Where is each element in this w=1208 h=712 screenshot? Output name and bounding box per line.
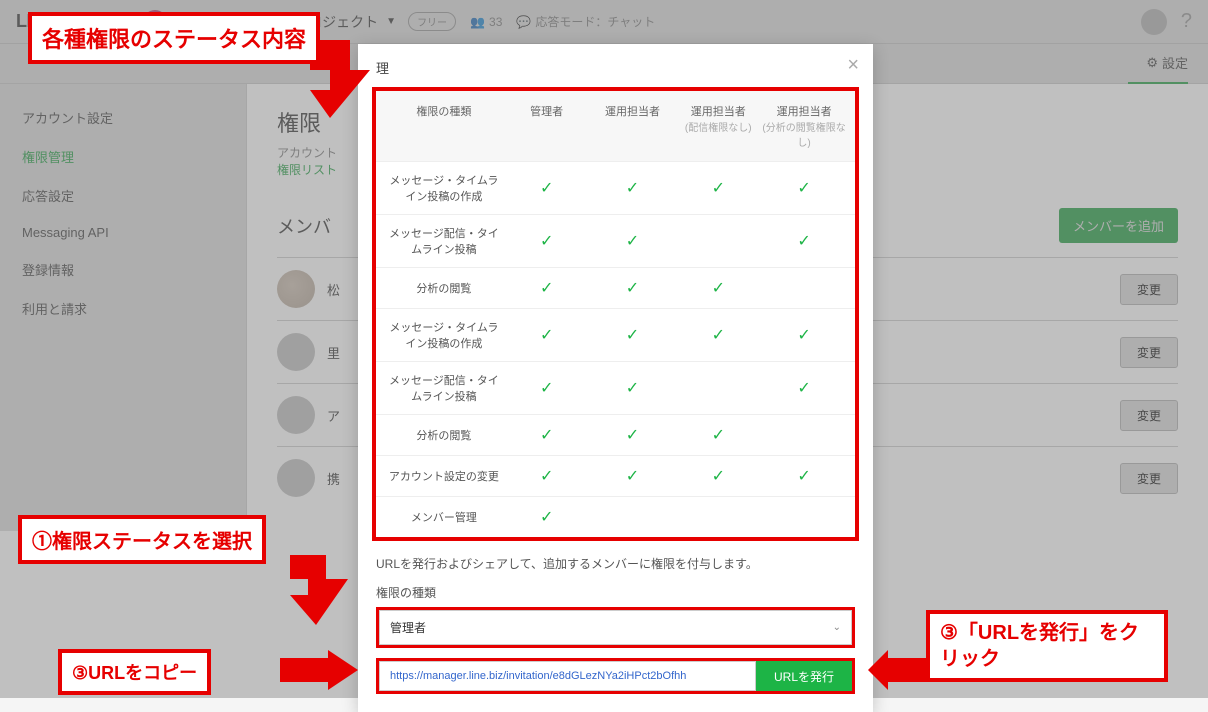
- annotation-copy-url: ③URLをコピー: [58, 649, 211, 695]
- permission-row: メンバー管理✓: [376, 496, 855, 537]
- check-icon: ✓: [590, 378, 676, 398]
- check-icon: ✓: [504, 425, 590, 445]
- annotation-select-status: ①権限ステータスを選択: [18, 515, 266, 564]
- permission-table: 権限の種類 管理者 運用担当者 運用担当者(配信権限なし) 運用担当者(分析の閲…: [372, 87, 859, 541]
- permission-row: メッセージ・タイムライン投稿の作成✓✓✓✓: [376, 308, 855, 361]
- permissions-modal: × 理 権限の種類 管理者 運用担当者 運用担当者(配信権限なし) 運用担当者(…: [358, 44, 873, 712]
- check-icon: ✓: [675, 325, 761, 345]
- check-icon: ✓: [675, 425, 761, 445]
- perm-col-label: 権限の種類: [384, 103, 504, 149]
- chevron-down-icon: ⌄: [833, 622, 841, 633]
- permission-label: メンバー管理: [384, 509, 504, 525]
- permission-label: メッセージ・タイムライン投稿の作成: [384, 319, 504, 351]
- check-icon: ✓: [590, 425, 676, 445]
- check-icon: ✓: [504, 278, 590, 298]
- perm-col-operator: 運用担当者: [590, 103, 676, 149]
- check-icon: ✓: [590, 231, 676, 251]
- permission-row: メッセージ配信・タイムライン投稿✓✓✓: [376, 361, 855, 414]
- invitation-url-input[interactable]: [379, 661, 756, 691]
- annotation-statuses: 各種権限のステータス内容: [28, 12, 320, 64]
- arrow-icon: [290, 555, 362, 627]
- arrow-icon: [280, 650, 358, 690]
- check-icon: ✓: [590, 325, 676, 345]
- permission-table-header: 権限の種類 管理者 運用担当者 運用担当者(配信権限なし) 運用担当者(分析の閲…: [376, 91, 855, 161]
- select-value: 管理者: [390, 619, 426, 636]
- check-icon: ✓: [504, 231, 590, 251]
- check-icon: ✓: [590, 466, 676, 486]
- check-icon: ✓: [504, 178, 590, 198]
- modal-title-fragment: 理: [358, 58, 873, 87]
- permission-row: メッセージ配信・タイムライン投稿✓✓✓: [376, 214, 855, 267]
- check-icon: ✓: [761, 178, 847, 198]
- permission-label: メッセージ・タイムライン投稿の作成: [384, 172, 504, 204]
- check-icon: ✓: [675, 278, 761, 298]
- annotation-issue-url: ③「URLを発行」をクリック: [926, 610, 1168, 682]
- permission-select[interactable]: 管理者 ⌄: [379, 610, 852, 645]
- check-icon: ✓: [761, 231, 847, 251]
- permission-row: 分析の閲覧✓✓✓: [376, 267, 855, 308]
- permission-select-wrap: 管理者 ⌄: [376, 607, 855, 648]
- permission-label: 分析の閲覧: [384, 280, 504, 296]
- check-icon: ✓: [504, 378, 590, 398]
- check-icon: ✓: [590, 178, 676, 198]
- check-icon: ✓: [761, 325, 847, 345]
- issue-url-button[interactable]: URLを発行: [756, 661, 852, 691]
- check-icon: ✓: [761, 378, 847, 398]
- check-icon: ✓: [590, 278, 676, 298]
- permission-label: メッセージ配信・タイムライン投稿: [384, 372, 504, 404]
- perm-col-operator-no-analytics: 運用担当者(分析の閲覧権限なし): [761, 103, 847, 149]
- close-icon[interactable]: ×: [847, 54, 859, 77]
- check-icon: ✓: [504, 325, 590, 345]
- permission-row: メッセージ・タイムライン投稿の作成✓✓✓✓: [376, 161, 855, 214]
- select-label: 権限の種類: [358, 576, 873, 607]
- check-icon: ✓: [504, 507, 590, 527]
- permission-label: アカウント設定の変更: [384, 468, 504, 484]
- perm-col-admin: 管理者: [504, 103, 590, 149]
- check-icon: ✓: [504, 466, 590, 486]
- check-icon: ✓: [675, 178, 761, 198]
- url-issuer: URLを発行: [376, 658, 855, 694]
- permission-label: メッセージ配信・タイムライン投稿: [384, 225, 504, 257]
- permission-row: 分析の閲覧✓✓✓: [376, 414, 855, 455]
- check-icon: ✓: [675, 466, 761, 486]
- permission-row: アカウント設定の変更✓✓✓✓: [376, 455, 855, 496]
- permission-label: 分析の閲覧: [384, 427, 504, 443]
- modal-description: URLを発行およびシェアして、追加するメンバーに権限を付与します。: [358, 541, 873, 576]
- check-icon: ✓: [761, 466, 847, 486]
- perm-col-operator-no-send: 運用担当者(配信権限なし): [675, 103, 761, 149]
- arrow-icon: [868, 650, 926, 690]
